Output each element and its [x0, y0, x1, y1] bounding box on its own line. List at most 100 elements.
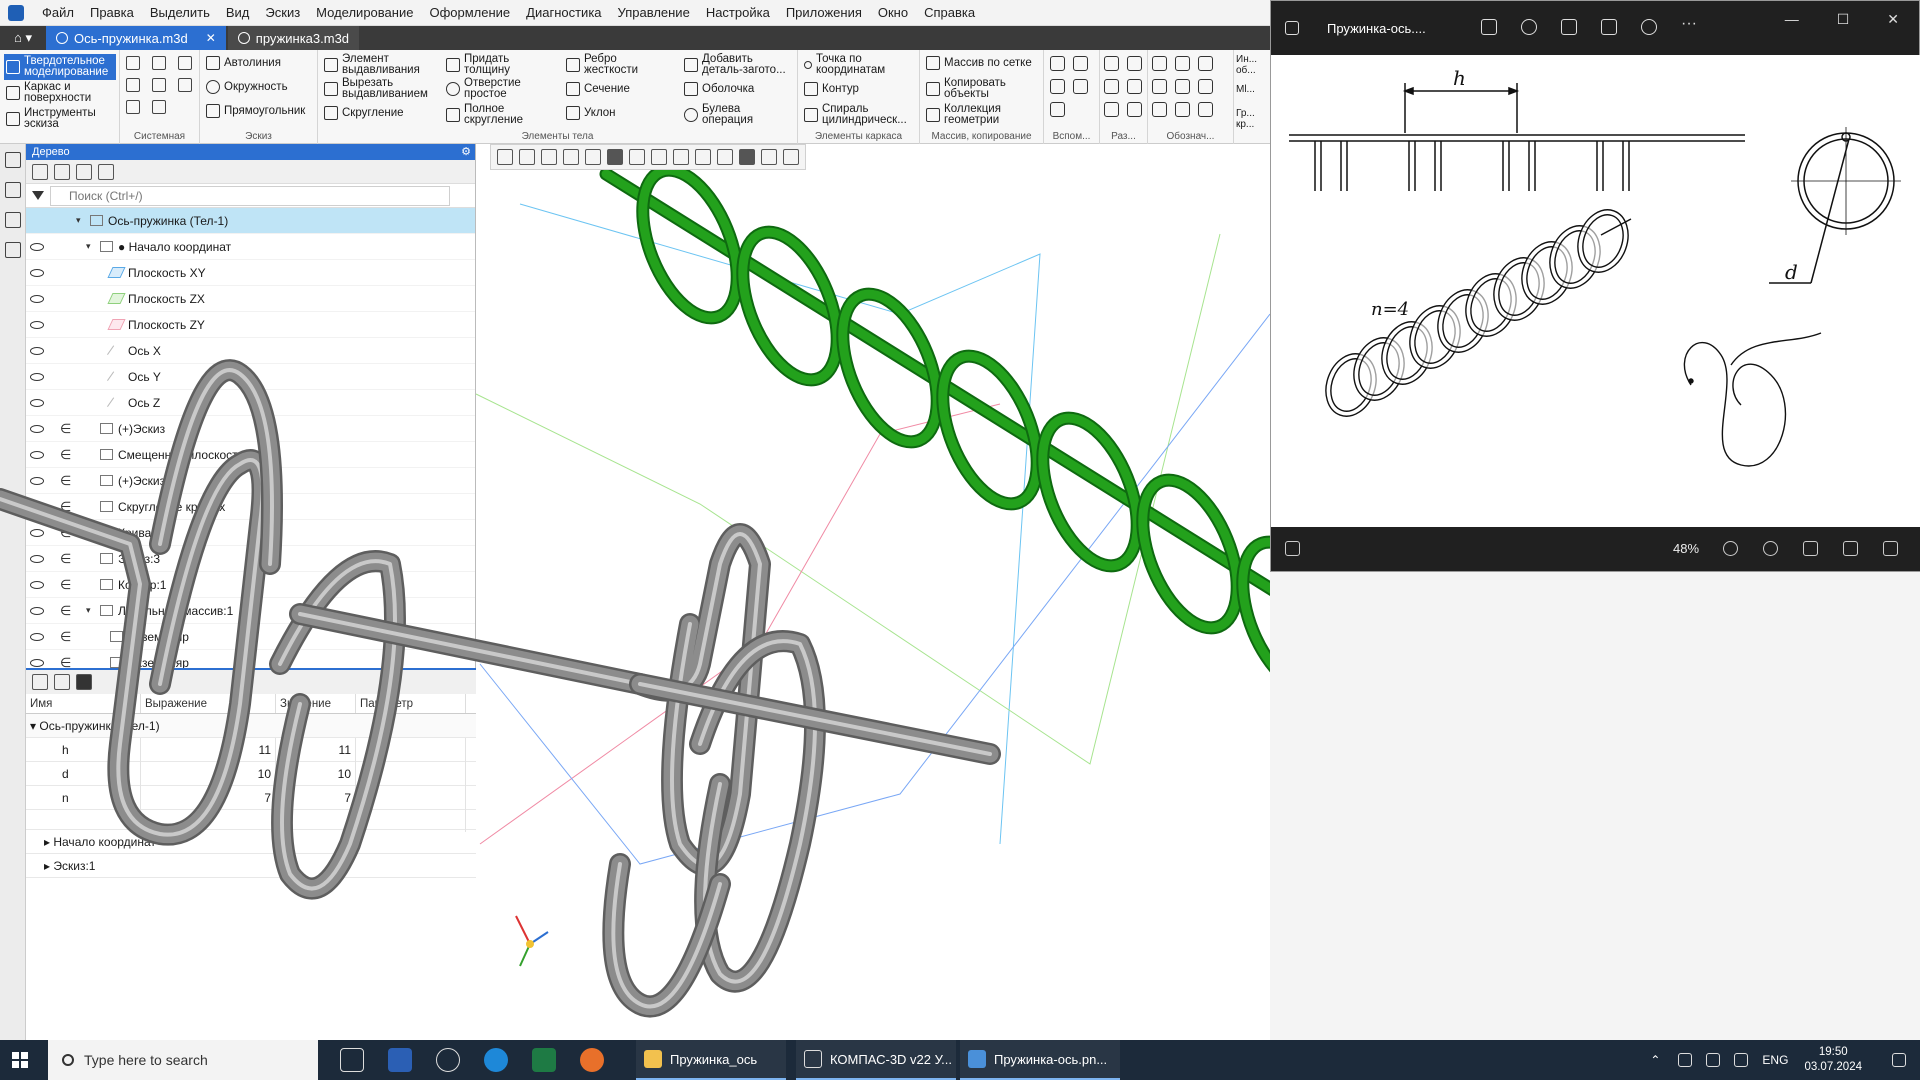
solid-modeling-button[interactable]: Твердотельное моделирование	[4, 54, 116, 80]
options-icon[interactable]	[761, 149, 777, 165]
fit-icon[interactable]	[1803, 541, 1818, 556]
orient-icon[interactable]	[563, 149, 579, 165]
redo-icon[interactable]	[152, 100, 166, 114]
shaded-icon[interactable]	[607, 149, 623, 165]
geometry-collection-button[interactable]: Коллекция геометрии	[926, 103, 1036, 126]
shell-button[interactable]: Оболочка	[684, 82, 754, 96]
arc-size-icon[interactable]	[1127, 102, 1142, 117]
3d-scene[interactable]	[0, 144, 1270, 1040]
filter-select-icon[interactable]	[739, 149, 755, 165]
aux-plane-icon[interactable]	[1050, 56, 1065, 71]
cut-extrude-button[interactable]: Вырезать выдавливанием	[324, 77, 436, 100]
rib-button[interactable]: Ребро жесткости	[566, 53, 666, 76]
close-icon[interactable]: ✕	[206, 31, 216, 45]
undo-icon[interactable]	[126, 100, 140, 114]
new-doc-icon[interactable]	[126, 56, 140, 70]
notifications-icon[interactable]	[1892, 1053, 1906, 1067]
cut-line-icon[interactable]	[1175, 102, 1190, 117]
view-cube-icon[interactable]	[585, 149, 601, 165]
delete-icon[interactable]	[1561, 19, 1577, 35]
measure-icon[interactable]	[673, 149, 689, 165]
close-icon[interactable]: ✕	[1887, 11, 1899, 28]
menu-diagnostics[interactable]: Диагностика	[518, 5, 609, 20]
more-icon[interactable]: ···	[1681, 16, 1697, 35]
cut-item-1[interactable]: Ин... об...	[1236, 54, 1270, 76]
minimize-icon[interactable]: —	[1785, 11, 1799, 28]
taskbar-app-kompas[interactable]: КОМПАС-3D v22 У...	[796, 1040, 956, 1080]
cut-item-3[interactable]: Гр... кр...	[1236, 108, 1270, 130]
text-icon[interactable]	[1198, 102, 1213, 117]
menu-settings[interactable]: Настройка	[698, 5, 778, 20]
section-button[interactable]: Сечение	[566, 82, 630, 96]
pan-icon[interactable]	[541, 149, 557, 165]
save-as-icon[interactable]	[178, 78, 192, 92]
zoom-in-icon[interactable]	[1763, 541, 1778, 556]
taskbar-app-photos[interactable]: Пружинка-ось.pn...	[960, 1040, 1120, 1080]
auto-size-icon[interactable]	[1104, 102, 1119, 117]
copy-icon[interactable]	[152, 78, 166, 92]
rectangle-button[interactable]: Прямоугольник	[206, 104, 305, 118]
actual-size-icon[interactable]	[1843, 541, 1858, 556]
roughness-icon[interactable]	[1175, 56, 1190, 71]
wireframe-surfaces-button[interactable]: Каркас и поверхности	[6, 81, 116, 104]
extrude-button[interactable]: Элемент выдавливания	[324, 53, 436, 76]
linear-size-icon[interactable]	[1104, 56, 1119, 71]
full-fillet-button[interactable]: Полное скругление	[446, 103, 546, 126]
open-icon[interactable]	[152, 56, 166, 70]
taskbar-app-explorer[interactable]: Пружинка_ось	[636, 1040, 786, 1080]
circle-button[interactable]: Окружность	[206, 80, 288, 94]
menu-sketch[interactable]: Эскиз	[257, 5, 308, 20]
excel-icon[interactable]	[532, 1048, 556, 1072]
menu-modeling[interactable]: Моделирование	[308, 5, 421, 20]
radial-size-icon[interactable]	[1127, 56, 1142, 71]
thicken-button[interactable]: Придать толщину	[446, 53, 546, 76]
home-icon[interactable]: ⌂ ▾	[0, 26, 46, 50]
aux-line-icon[interactable]	[1050, 79, 1065, 94]
edge-icon[interactable]	[484, 1048, 508, 1072]
point-by-coords-button[interactable]: Точка по координатам	[804, 53, 914, 76]
hide-icon[interactable]	[629, 149, 645, 165]
add-blank-button[interactable]: Добавить деталь-загото...	[684, 53, 796, 76]
draft-button[interactable]: Уклон	[566, 106, 616, 120]
task-view-icon[interactable]	[340, 1048, 364, 1072]
fillet-button[interactable]: Скругление	[324, 106, 436, 120]
select-icon[interactable]	[497, 149, 513, 165]
menu-manage[interactable]: Управление	[610, 5, 698, 20]
copy-view-icon[interactable]	[695, 149, 711, 165]
firefox-icon[interactable]	[580, 1048, 604, 1072]
word-icon[interactable]	[388, 1048, 412, 1072]
language-indicator[interactable]: ENG	[1762, 1053, 1788, 1067]
grid-array-button[interactable]: Массив по сетке	[926, 56, 1032, 70]
settings-icon[interactable]	[436, 1048, 460, 1072]
aux-point-icon[interactable]	[1073, 79, 1088, 94]
menu-view[interactable]: Вид	[218, 5, 258, 20]
filmstrip-icon[interactable]	[1285, 541, 1300, 556]
zoom-icon[interactable]	[519, 149, 535, 165]
menu-help[interactable]: Справка	[916, 5, 983, 20]
position-icon[interactable]	[1152, 102, 1167, 117]
menu-window[interactable]: Окно	[870, 5, 916, 20]
battery-icon[interactable]	[1678, 1053, 1693, 1067]
aux-lcs-icon[interactable]	[1050, 102, 1065, 117]
cut-item-2[interactable]: Ml...	[1236, 84, 1270, 95]
leader-icon[interactable]	[1152, 56, 1167, 71]
mark-icon[interactable]	[1175, 79, 1190, 94]
contour-button[interactable]: Контур	[804, 82, 859, 96]
autoline-button[interactable]: Автолиния	[206, 56, 281, 70]
copy-objects-button[interactable]: Копировать объекты	[926, 77, 1036, 100]
chevron-up-icon[interactable]: ⌃	[1650, 1053, 1664, 1067]
aux-axis-icon[interactable]	[1073, 56, 1088, 71]
weld-icon[interactable]	[1198, 79, 1213, 94]
kompas-app-icon[interactable]	[8, 4, 24, 21]
network-icon[interactable]	[1706, 1053, 1721, 1067]
windows-start-icon[interactable]	[12, 1052, 28, 1068]
diameter-size-icon[interactable]	[1104, 79, 1119, 94]
section-view-icon[interactable]	[651, 149, 667, 165]
menu-apps[interactable]: Приложения	[778, 5, 870, 20]
fullscreen-icon[interactable]	[1883, 541, 1898, 556]
helix-button[interactable]: Спираль цилиндрическ...	[804, 103, 920, 126]
render-icon[interactable]	[717, 149, 733, 165]
edit-icon[interactable]	[783, 149, 799, 165]
maximize-icon[interactable]: ☐	[1837, 11, 1850, 28]
rotate-icon[interactable]	[1521, 19, 1537, 35]
